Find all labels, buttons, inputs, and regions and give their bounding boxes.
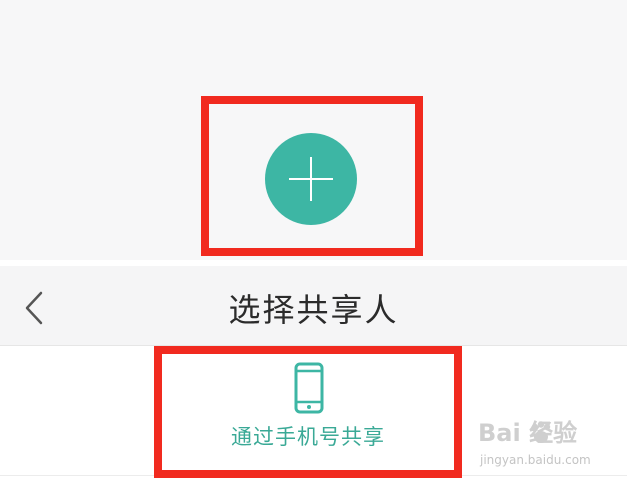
nav-bar: 选择共享人 xyxy=(0,266,627,346)
page-title: 选择共享人 xyxy=(228,291,399,329)
highlight-box-share-option xyxy=(154,346,462,478)
paw-icon xyxy=(531,421,551,443)
highlight-box-add-button xyxy=(201,96,423,256)
watermark: Bai 经验 jingyan.baidu.com xyxy=(478,418,618,478)
watermark-url: jingyan.baidu.com xyxy=(480,453,591,467)
